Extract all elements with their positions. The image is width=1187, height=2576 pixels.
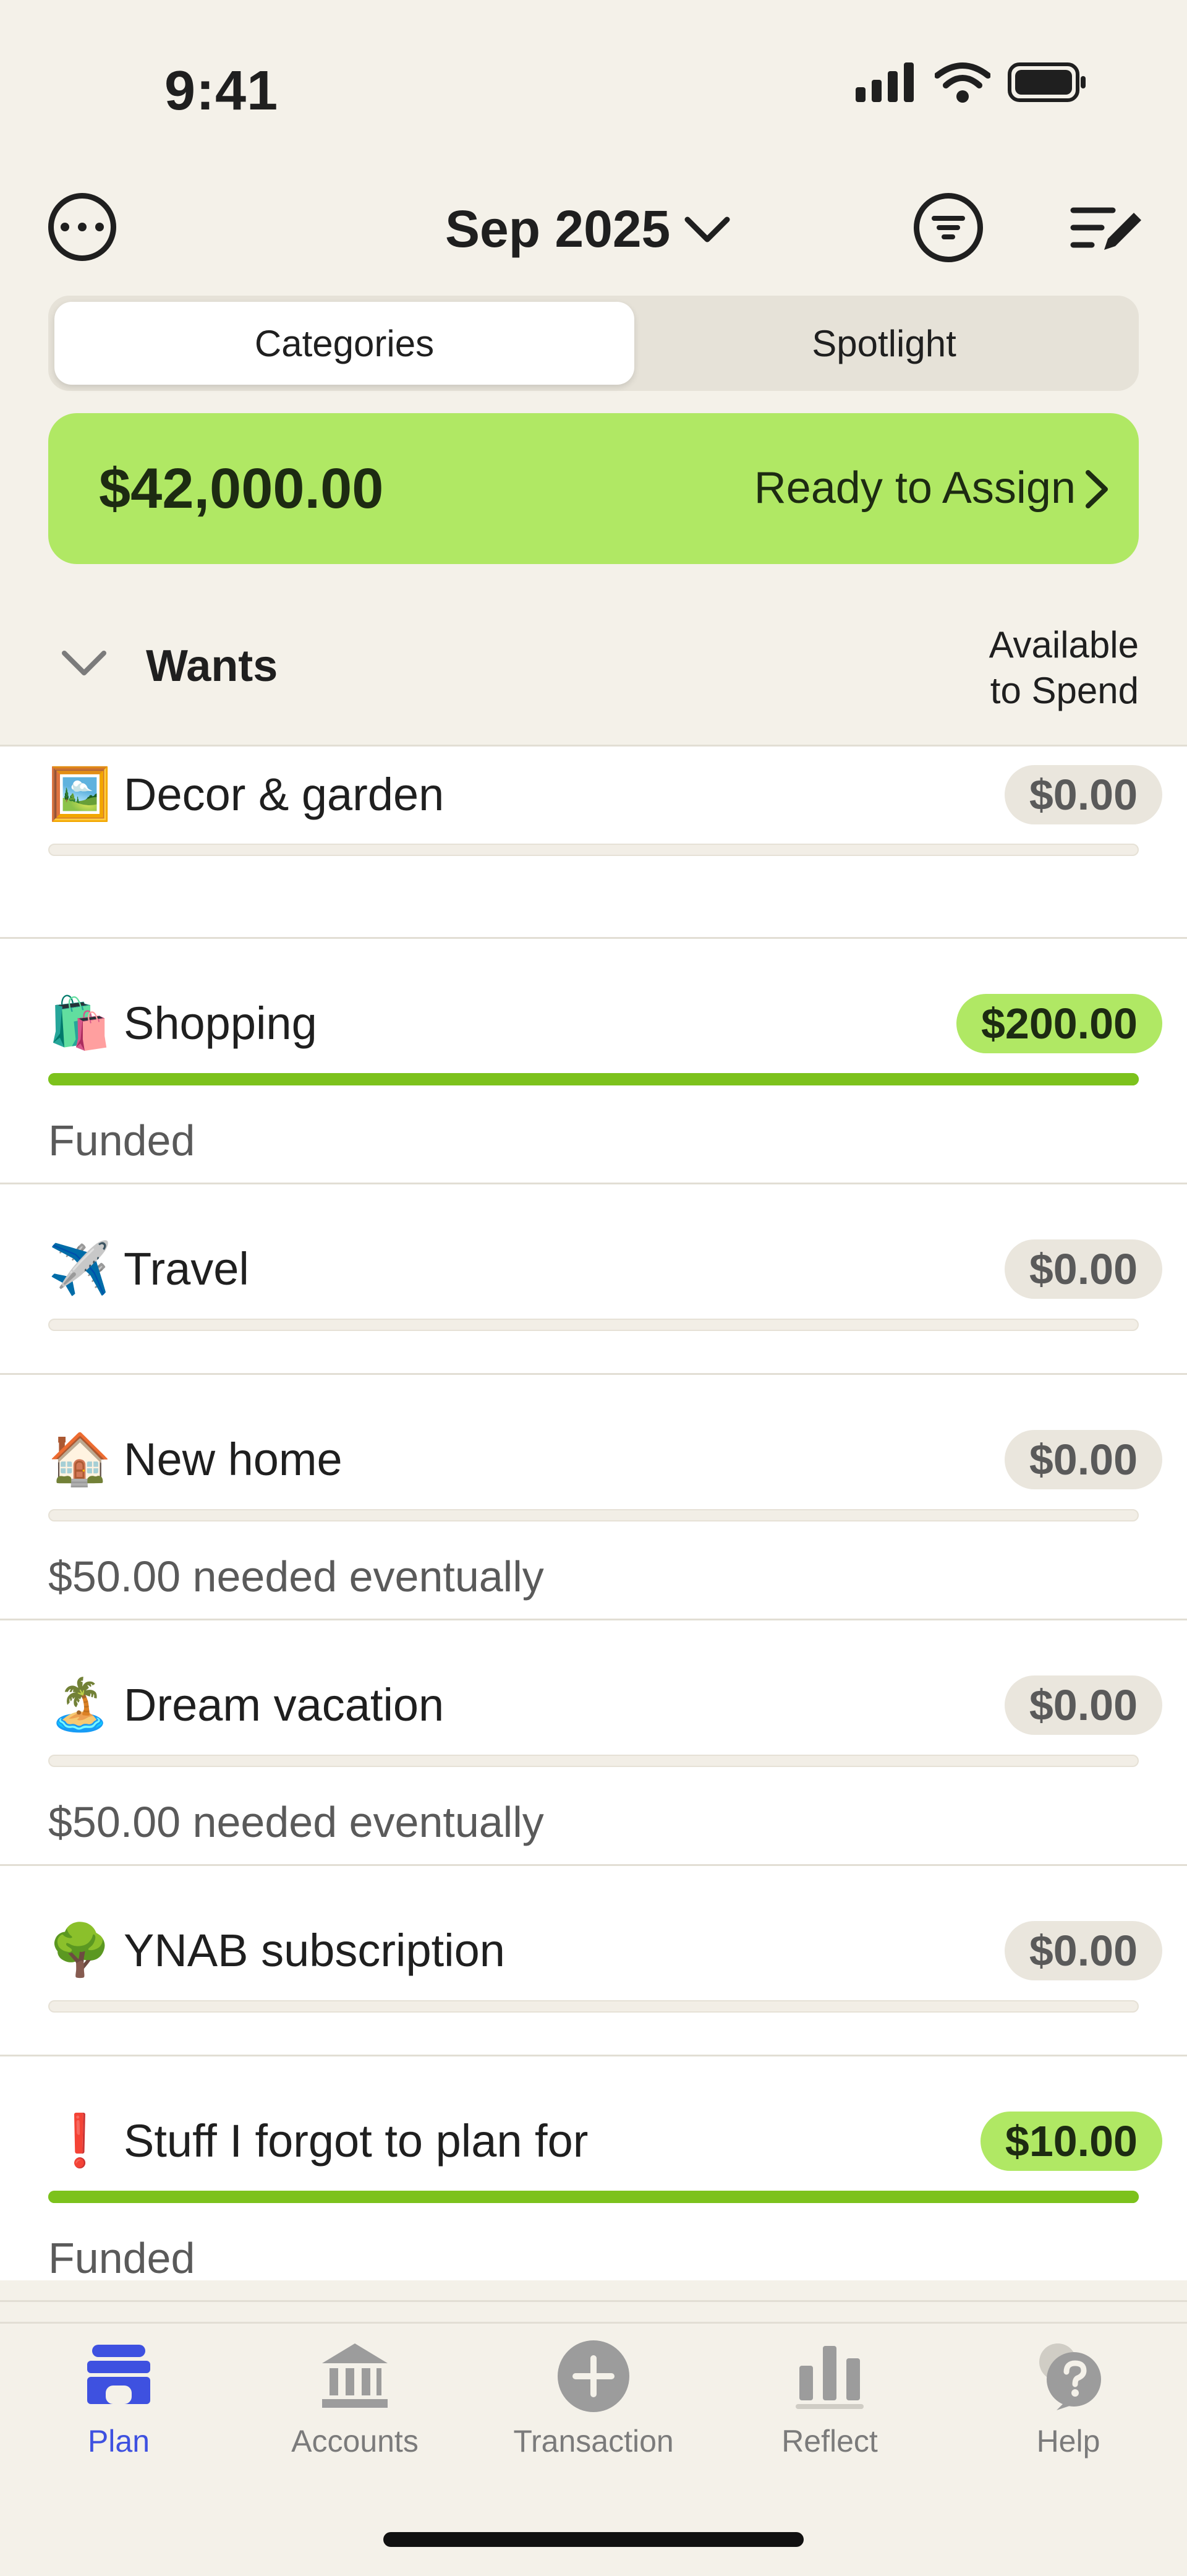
- more-options-button[interactable]: [48, 193, 116, 261]
- category-row[interactable]: 🏝️ Dream vacation $0.00 $50.00 needed event…: [0, 1619, 1187, 1866]
- month-label: Sep 2025: [445, 200, 671, 258]
- category-name: Decor & garden: [124, 769, 445, 820]
- category-name: YNAB subscription: [124, 1925, 505, 1976]
- tab-transaction[interactable]: Transaction: [501, 2336, 686, 2459]
- chevron-right-icon: [1086, 470, 1108, 508]
- home-indicator: [383, 2532, 804, 2547]
- category-row[interactable]: 🛍️ Shopping $200.00 Funded: [0, 937, 1187, 1184]
- status-time: 9:41: [164, 60, 279, 122]
- category-name: Stuff I forgot to plan for: [124, 2115, 589, 2167]
- cellular-signal-icon: [856, 62, 914, 102]
- help-bubble-icon: [1039, 2343, 1101, 2410]
- category-emoji-icon: ❗: [48, 2113, 112, 2169]
- month-selector[interactable]: Sep 2025: [445, 199, 731, 259]
- tab-plan[interactable]: Plan: [26, 2336, 211, 2459]
- category-name: New home: [124, 1434, 342, 1485]
- funding-progress-bar: [48, 1073, 1139, 1085]
- ready-to-assign-label: Ready to Assign: [754, 463, 1076, 513]
- category-list: 🖼️ Decor & garden $0.00 🛍️ Shopping $200.00 Fu…: [0, 745, 1187, 2302]
- available-amount-pill[interactable]: $0.00: [1004, 765, 1162, 824]
- category-row[interactable]: ❗ Stuff I forgot to plan for $10.00 Funded: [0, 2055, 1187, 2302]
- category-emoji-icon: 🏠: [48, 1431, 112, 1487]
- plan-icon: [87, 2345, 150, 2404]
- available-amount-pill[interactable]: $10.00: [980, 2112, 1162, 2171]
- tab-reflect[interactable]: Reflect: [737, 2336, 922, 2459]
- available-amount-pill[interactable]: $0.00: [1004, 1239, 1162, 1299]
- ready-to-assign-banner[interactable]: $42,000.00 Ready to Assign: [48, 413, 1139, 564]
- bank-icon: [322, 2343, 388, 2408]
- category-emoji-icon: 🖼️: [48, 766, 112, 823]
- category-name: Travel: [124, 1243, 249, 1294]
- category-emoji-icon: ✈️: [48, 1241, 112, 1297]
- collapse-chevron-icon[interactable]: [59, 647, 109, 678]
- status-icons: [856, 62, 1088, 103]
- category-row[interactable]: 🖼️ Decor & garden $0.00: [0, 747, 1187, 939]
- category-status: Funded: [48, 2234, 195, 2282]
- category-emoji-icon: 🌳: [48, 1922, 112, 1979]
- category-status: $50.00 needed eventually: [48, 1552, 544, 1601]
- funding-progress-bar: [48, 1319, 1139, 1331]
- bar-chart-icon: [796, 2346, 864, 2409]
- funding-progress-bar: [48, 2000, 1139, 2013]
- battery-icon: [1008, 62, 1086, 102]
- plus-circle-icon: [558, 2340, 629, 2412]
- funding-progress-bar: [48, 844, 1139, 856]
- edit-list-icon[interactable]: [1070, 200, 1144, 256]
- category-status: Funded: [48, 1116, 195, 1165]
- available-amount-pill[interactable]: $0.00: [1004, 1675, 1162, 1735]
- available-amount-pill[interactable]: $200.00: [956, 994, 1162, 1053]
- category-status: $50.00 needed eventually: [48, 1798, 544, 1846]
- view-segmented-control: Categories Spotlight: [48, 296, 1139, 391]
- tab-spotlight[interactable]: Spotlight: [636, 302, 1133, 385]
- category-name: Shopping: [124, 998, 317, 1049]
- category-row[interactable]: 🏠 New home $0.00 $50.00 needed eventually: [0, 1373, 1187, 1620]
- group-title: Wants: [146, 641, 278, 691]
- chevron-down-icon: [684, 216, 730, 242]
- ready-to-assign-amount: $42,000.00: [99, 457, 384, 520]
- wifi-icon: [935, 62, 990, 103]
- funding-progress-bar: [48, 2191, 1139, 2203]
- available-amount-pill[interactable]: $0.00: [1004, 1430, 1162, 1489]
- available-column-header: Available to Spend: [989, 624, 1139, 711]
- available-amount-pill[interactable]: $0.00: [1004, 1921, 1162, 1980]
- tab-help[interactable]: Help: [976, 2336, 1161, 2459]
- funding-progress-bar: [48, 1755, 1139, 1767]
- category-emoji-icon: 🛍️: [48, 995, 112, 1051]
- category-name: Dream vacation: [124, 1679, 445, 1731]
- category-emoji-icon: 🏝️: [48, 1677, 112, 1733]
- tab-accounts[interactable]: Accounts: [262, 2336, 448, 2459]
- funding-progress-fill: [48, 1073, 1139, 1085]
- funding-progress-bar: [48, 1509, 1139, 1521]
- funding-progress-fill: [48, 2191, 1139, 2203]
- category-row[interactable]: ✈️ Travel $0.00: [0, 1183, 1187, 1375]
- filter-icon[interactable]: [914, 193, 983, 262]
- tab-categories[interactable]: Categories: [54, 302, 634, 385]
- category-row[interactable]: 🌳 YNAB subscription $0.00: [0, 1864, 1187, 2056]
